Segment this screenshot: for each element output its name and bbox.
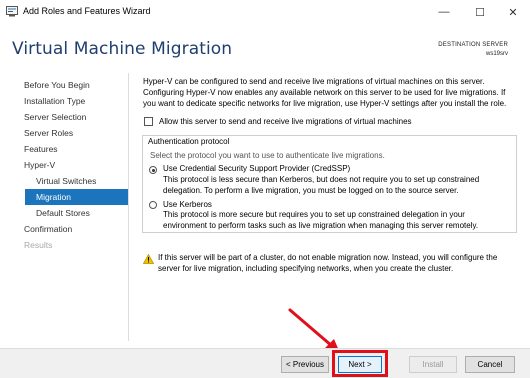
page-title: Virtual Machine Migration [12,39,233,59]
nav-item-confirmation[interactable]: Confirmation [24,221,128,237]
nav-item-virtual-switches[interactable]: Virtual Switches [36,173,140,189]
nav-item-installation-type[interactable]: Installation Type [24,93,128,109]
cancel-button[interactable]: Cancel [465,356,515,373]
allow-migration-checkbox[interactable] [144,117,153,126]
kerberos-description: This protocol is more secure but require… [163,210,503,231]
cluster-warning-text: If this server will be part of a cluster… [158,253,518,274]
previous-button[interactable]: < Previous [281,356,329,373]
nav-item-hyper-v[interactable]: Hyper-V [24,157,128,173]
nav-item-server-selection[interactable]: Server Selection [24,109,128,125]
nav-divider [128,73,129,341]
nav-item-features[interactable]: Features [24,141,128,157]
warning-line: server for live migration, including spe… [158,263,454,273]
nav-item-default-stores[interactable]: Default Stores [36,205,140,221]
description-line: This protocol is less secure than Kerber… [163,175,480,184]
warning-icon [143,254,154,264]
allow-migration-row[interactable]: Allow this server to send and receive li… [144,117,412,126]
authentication-hint: Select the protocol you want to use to a… [150,151,385,160]
maximize-button[interactable]: ☐ [463,0,497,24]
kerberos-option-label[interactable]: Use Kerberos [163,200,212,209]
window-title: Add Roles and Features Wizard [23,6,151,16]
credssp-radio[interactable] [149,166,157,174]
intro-line: Hyper-V can be configured to send and re… [143,77,485,86]
warning-line: If this server will be part of a cluster… [158,253,498,262]
nav-item-migration[interactable]: Migration [25,189,128,205]
credssp-option-label[interactable]: Use Credential Security Support Provider… [163,164,350,173]
minimize-button[interactable]: — [427,0,461,24]
title-bar: Add Roles and Features Wizard — ☐ ✕ [0,0,530,24]
next-button-highlight [332,350,388,377]
nav-item-before-you-begin[interactable]: Before You Begin [24,77,128,93]
description-line: delegation. To perform a live migration,… [163,185,459,195]
intro-line: Configuring Hyper-V now enables any avai… [143,88,506,97]
server-manager-icon [6,6,18,17]
close-button[interactable]: ✕ [496,0,530,24]
kerberos-radio[interactable] [149,201,157,209]
intro-text: Hyper-V can be configured to send and re… [143,76,515,109]
nav-item-server-roles[interactable]: Server Roles [24,125,128,141]
description-line: environment to perform tasks such as liv… [163,220,479,230]
intro-line: you want to dedicate specific networks f… [143,99,507,108]
wizard-header: Virtual Machine Migration DESTINATION SE… [0,24,530,72]
allow-migration-label[interactable]: Allow this server to send and receive li… [159,117,412,126]
credssp-description: This protocol is less secure than Kerber… [163,175,503,196]
destination-server-label: DESTINATION SERVER [438,42,508,48]
nav-item-results: Results [24,240,53,250]
description-line: This protocol is more secure but require… [163,210,465,219]
install-button: Install [409,356,457,373]
authentication-group-title: Authentication protocol [148,137,230,146]
destination-server-name: ws19srv [485,51,508,57]
